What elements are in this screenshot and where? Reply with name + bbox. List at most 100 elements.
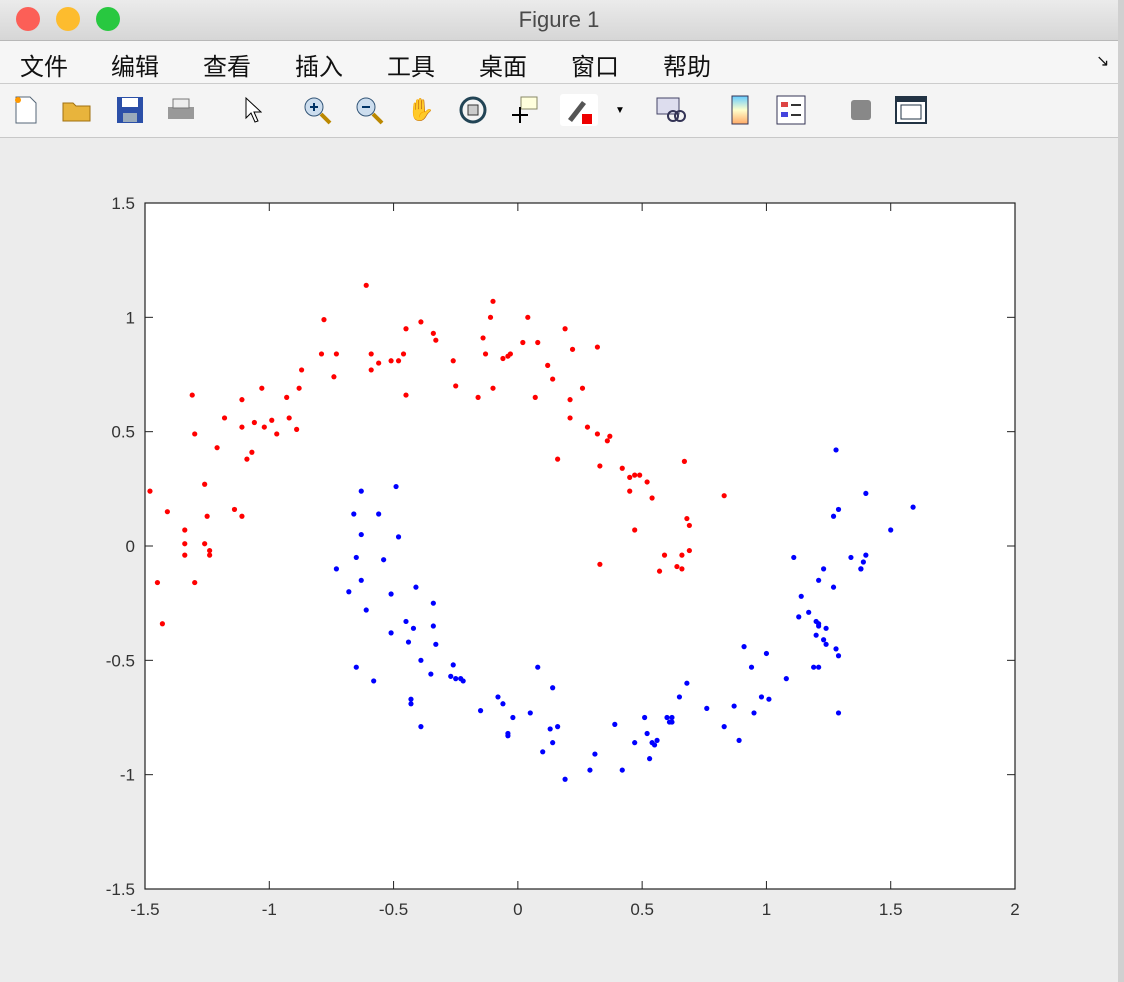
series-1-point (679, 566, 685, 572)
series-2-point (684, 680, 690, 686)
scatter-plot: -1.5 -1 -0.5 0 0.5 1 1.5 2 -1.5 -1 -0.5 0 0.5 1 1.5 (106, 194, 1020, 919)
window-border (1118, 0, 1124, 982)
series-2-point (748, 664, 755, 670)
series-2-point (676, 694, 683, 700)
series-1-point (182, 527, 188, 533)
series-1-point (261, 424, 267, 430)
series-2-point (811, 664, 817, 670)
series-1-point (594, 431, 601, 437)
series-2-point (835, 710, 842, 716)
series-2-point (510, 714, 516, 721)
x-tick-label: 2 (1010, 900, 1019, 919)
series-2-point (704, 705, 710, 711)
series-1-point (363, 282, 369, 288)
series-1-point (400, 351, 407, 357)
series-1-point (520, 339, 526, 346)
series-1-point (159, 621, 165, 627)
series-2-point (430, 600, 436, 606)
series-2-point (806, 609, 812, 615)
series-2-point (632, 740, 638, 746)
series-1-point (632, 527, 638, 533)
series-1-point (274, 431, 280, 437)
series-2-point (816, 621, 822, 627)
series-1-point (418, 319, 424, 325)
x-tick-label: 0 (513, 900, 522, 919)
series-1-point (674, 563, 680, 570)
series-1-point (684, 515, 690, 522)
series-2-point (550, 740, 556, 746)
series-1-point (482, 351, 489, 357)
series-2-point (669, 714, 675, 721)
series-2-point (351, 511, 357, 517)
series-2-point (353, 554, 359, 561)
series-1-point (569, 346, 576, 352)
series-1-point (239, 424, 245, 430)
series-2-point (612, 721, 618, 727)
series-1-point (627, 488, 633, 494)
series-1-point (182, 541, 188, 547)
series-2-point (433, 641, 439, 647)
x-tick-label: -1 (262, 900, 277, 919)
series-1-point (244, 456, 250, 462)
series-2-point (395, 534, 402, 540)
series-1-point (204, 513, 210, 519)
series-2-point (540, 749, 546, 755)
x-tick-label: -1.5 (130, 900, 159, 919)
series-1-point (376, 360, 382, 366)
series-1-point (331, 374, 337, 380)
series-2-point (863, 490, 869, 497)
series-2-point (721, 724, 727, 730)
series-2-point (505, 730, 511, 737)
series-2-point (758, 694, 765, 700)
series-2-point (500, 701, 506, 707)
series-2-point (823, 641, 829, 647)
series-1-point (403, 326, 409, 332)
series-2-point (413, 584, 419, 590)
series-1-point (480, 335, 486, 341)
series-1-point (562, 326, 568, 332)
series-2-point (333, 566, 339, 572)
series-2-point (418, 657, 424, 663)
series-1-point (403, 392, 409, 398)
y-tick-label: -1 (120, 766, 135, 785)
series-1-point (231, 506, 238, 513)
series-1-point (475, 394, 481, 400)
series-1-point (296, 385, 302, 391)
series-1-point (656, 568, 663, 574)
x-tick-label: 0.5 (630, 900, 654, 919)
series-2-point (796, 614, 802, 620)
series-2-point (835, 653, 842, 659)
series-2-point (408, 696, 414, 702)
series-1-point (202, 541, 208, 547)
series-2-point (547, 726, 553, 732)
series-1-point (649, 495, 655, 501)
series-1-point (294, 426, 300, 432)
series-2-point (388, 630, 394, 636)
series-1-point (686, 547, 692, 554)
series-1-point (388, 358, 394, 364)
series-1-point (286, 415, 292, 421)
series-2-point (428, 671, 434, 677)
series-1-point (207, 552, 213, 558)
series-1-point (487, 314, 494, 320)
series-1-point (584, 424, 591, 430)
series-1-point (619, 465, 625, 471)
series-1-point (221, 415, 228, 421)
series-1-point (679, 552, 685, 558)
series-1-point (251, 419, 257, 426)
series-2-point (410, 625, 417, 631)
series-2-point (654, 737, 660, 743)
series-1-point (214, 445, 220, 451)
series-1-point (453, 383, 459, 389)
series-1-point (395, 358, 402, 364)
series-1-point (284, 394, 290, 400)
series-2-point (376, 511, 382, 517)
y-tick-label: 1.5 (111, 194, 135, 213)
x-tick-label: 1 (762, 900, 771, 919)
series-1-point (192, 579, 198, 586)
series-2-point (741, 644, 747, 650)
series-1-point (207, 547, 213, 554)
series-1-point (594, 344, 601, 350)
series-2-point (763, 650, 770, 657)
series-1-point (632, 472, 638, 478)
